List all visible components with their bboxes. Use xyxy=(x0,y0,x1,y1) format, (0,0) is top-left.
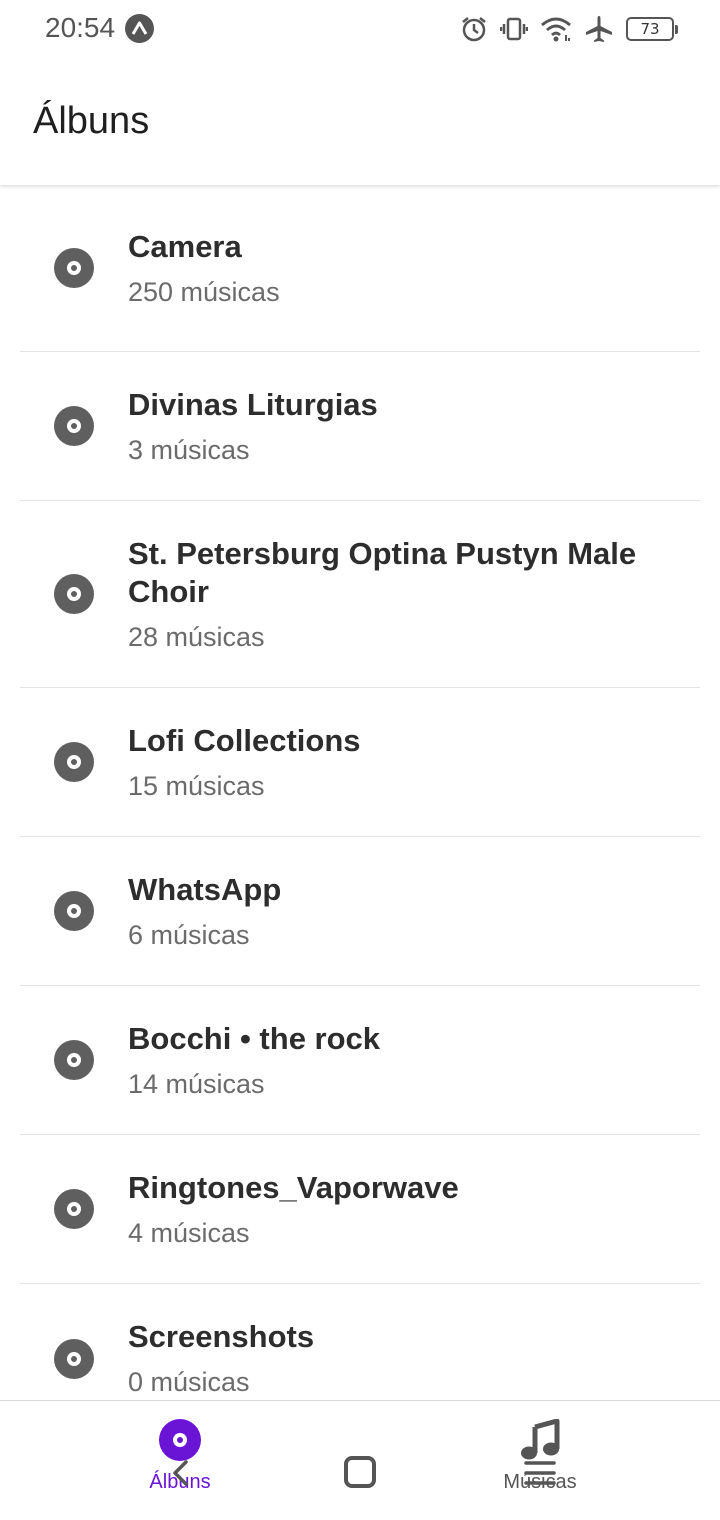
album-title: WhatsApp xyxy=(128,871,282,907)
album-count: 4 músicas xyxy=(128,1217,250,1248)
album-item-divinas-liturgias[interactable]: Divinas Liturgias 3 músicas xyxy=(20,352,700,501)
album-count: 250 músicas xyxy=(128,276,280,307)
album-list[interactable]: Camera 250 músicas Divinas Liturgias 3 m… xyxy=(0,185,720,1400)
disc-icon xyxy=(54,891,94,931)
album-title: Divinas Liturgias xyxy=(128,386,378,422)
app-notification-icon xyxy=(125,14,154,43)
album-count: 14 músicas xyxy=(128,1068,265,1099)
disc-icon xyxy=(54,1040,94,1080)
disc-icon xyxy=(159,1419,201,1461)
airplane-icon xyxy=(584,14,614,44)
album-item-st-petersburg[interactable]: St. Petersburg Optina Pustyn Male Choir … xyxy=(20,501,700,688)
disc-icon xyxy=(54,742,94,782)
status-time: 20:54 xyxy=(45,12,116,43)
album-item-ringtones-vaporwave[interactable]: Ringtones_Vaporwave 4 músicas xyxy=(20,1135,700,1284)
album-count: 15 músicas xyxy=(128,770,265,801)
music-note-icon xyxy=(521,1419,560,1460)
system-back-button[interactable] xyxy=(168,1460,194,1486)
status-icons: 73 xyxy=(460,12,678,46)
wifi-icon xyxy=(540,15,572,43)
album-title: Bocchi • the rock xyxy=(128,1020,381,1056)
battery-icon: 73 xyxy=(626,17,678,41)
tab-albums[interactable]: Álbuns xyxy=(100,1401,260,1511)
alarm-icon xyxy=(460,15,488,43)
album-item-screenshots[interactable]: Screenshots 0 músicas xyxy=(20,1284,700,1400)
disc-icon xyxy=(54,1189,94,1229)
system-recents-button[interactable] xyxy=(524,1458,556,1488)
app-bar: Álbuns xyxy=(0,60,720,185)
album-item-bocchi-the-rock[interactable]: Bocchi • the rock 14 músicas xyxy=(20,986,700,1135)
album-item-whatsapp[interactable]: WhatsApp 6 músicas xyxy=(20,837,700,986)
album-count: 28 músicas xyxy=(128,621,265,652)
album-count: 6 músicas xyxy=(128,919,250,950)
album-title: Ringtones_Vaporwave xyxy=(128,1169,459,1205)
status-bar: 20:54 73 xyxy=(0,0,720,60)
vibrate-icon xyxy=(500,15,528,43)
album-title: Lofi Collections xyxy=(128,722,361,758)
disc-icon xyxy=(54,574,94,614)
page-title: Álbuns xyxy=(33,100,150,142)
album-count: 3 músicas xyxy=(128,434,250,465)
system-home-button[interactable] xyxy=(344,1456,376,1488)
disc-icon xyxy=(54,248,94,288)
tab-musicas[interactable]: Músicas xyxy=(460,1401,620,1511)
album-title: Camera xyxy=(128,228,242,264)
album-title: St. Petersburg Optina Pustyn Male Choir xyxy=(128,535,637,609)
disc-icon xyxy=(54,406,94,446)
album-item-lofi-collections[interactable]: Lofi Collections 15 músicas xyxy=(20,688,700,837)
album-item-camera[interactable]: Camera 250 músicas xyxy=(20,185,700,352)
album-title: Screenshots xyxy=(128,1319,315,1354)
disc-icon xyxy=(54,1338,94,1379)
battery-level: 73 xyxy=(640,20,660,38)
album-count: 0 músicas xyxy=(128,1367,250,1397)
